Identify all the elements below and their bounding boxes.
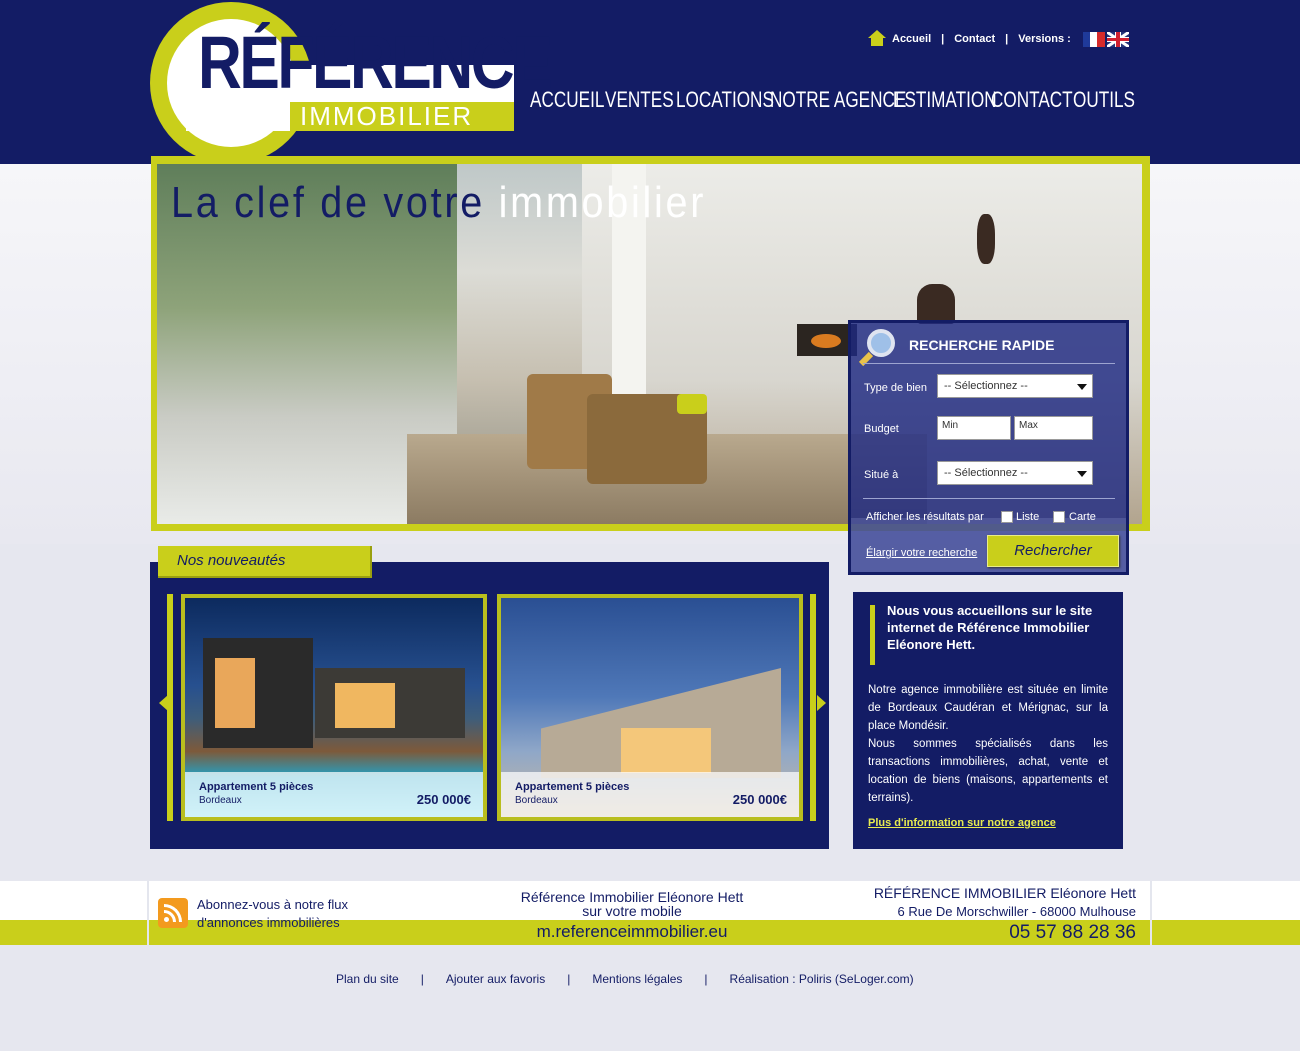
news-tab: Nos nouveautés — [158, 546, 372, 578]
nav-outils[interactable]: OUTILS — [1073, 86, 1135, 114]
quick-search-panel: RECHERCHE RAPIDE Type de bien -- Sélecti… — [848, 320, 1129, 575]
link-mentions-legales[interactable]: Mentions légales — [592, 972, 682, 986]
separator: | — [567, 972, 571, 986]
flag-fr-icon[interactable] — [1082, 31, 1105, 47]
footer-links: Plan du site | Ajouter aux favoris | Men… — [336, 972, 914, 986]
link-ajouter-favoris[interactable]: Ajouter aux favoris — [446, 972, 545, 986]
listing-city: Bordeaux — [515, 795, 558, 806]
versions-label: Versions : — [1018, 33, 1071, 45]
chevron-down-icon — [1077, 384, 1087, 390]
hero-slogan: La clef de votre immobilier — [171, 178, 707, 227]
site-logo[interactable]: RÉFÉRENCE IMMOBILIER — [150, 2, 553, 164]
logo-word-immobilier: IMMOBILIER — [300, 101, 474, 131]
rss-subscribe-link[interactable]: Abonnez-vous à notre flux d'annonces imm… — [197, 896, 397, 932]
divider — [1150, 881, 1152, 945]
link-plan-du-site[interactable]: Plan du site — [336, 972, 399, 986]
listing-caption: Appartement 5 pièces Bordeaux 250 000€ — [501, 772, 799, 817]
separator: | — [420, 972, 424, 986]
listing-title: Appartement 5 pièces — [199, 781, 314, 793]
house-icon[interactable] — [868, 30, 886, 48]
listing-caption: Appartement 5 pièces Bordeaux 250 000€ — [185, 772, 483, 817]
listing-price: 250 000€ — [416, 792, 471, 807]
widen-search-link[interactable]: Élargir votre recherche — [866, 547, 977, 559]
welcome-text: Notre agence immobilière est située en l… — [868, 681, 1108, 807]
listing-card[interactable]: Appartement 5 pièces Bordeaux 250 000€ — [497, 594, 803, 821]
budget-min-input[interactable]: Min — [937, 416, 1011, 440]
nav-notre-agence[interactable]: NOTRE AGENCE — [770, 86, 906, 114]
welcome-paragraph: Notre agence immobilière est située en l… — [868, 684, 1108, 732]
type-label: Type de bien — [864, 382, 927, 394]
flag-uk-icon[interactable] — [1106, 31, 1129, 47]
display-label: Afficher les résultats par — [866, 511, 984, 523]
budget-label: Budget — [864, 423, 899, 435]
list-checkbox[interactable] — [1001, 511, 1013, 523]
toplink-accueil[interactable]: Accueil — [892, 33, 931, 45]
carousel-rail-right — [810, 594, 816, 821]
divider — [863, 498, 1115, 499]
agency-phone: 05 57 88 28 36 — [1009, 922, 1136, 943]
top-links: Accueil | Contact | Versions : — [868, 28, 1129, 50]
listing-price: 250 000€ — [732, 792, 787, 807]
logo-word-reference: RÉFÉRENCE — [198, 21, 553, 104]
agency-contact: RÉFÉRENCE IMMOBILIER Eléonore Hett 6 Rue… — [816, 884, 1136, 944]
map-checkbox[interactable] — [1053, 511, 1065, 523]
list-option-label: Liste — [1016, 511, 1040, 523]
chevron-down-icon — [1077, 471, 1087, 477]
nav-accueil[interactable]: ACCUEIL — [530, 86, 604, 114]
map-option-label: Carte — [1069, 511, 1096, 523]
budget-max-input[interactable]: Max — [1014, 416, 1093, 440]
listing-title: Appartement 5 pièces — [515, 781, 630, 793]
accent-bar — [870, 605, 875, 665]
agency-name: RÉFÉRENCE IMMOBILIER Eléonore Hett — [873, 885, 1136, 901]
search-title: RECHERCHE RAPIDE — [909, 337, 1055, 353]
arrow-right-icon[interactable] — [817, 695, 826, 711]
separator: | — [704, 972, 708, 986]
divider — [863, 363, 1115, 364]
main-nav: ACCUEIL VENTES LOCATIONS NOTRE AGENCE ES… — [530, 86, 1135, 114]
separator: | — [1005, 33, 1009, 45]
nav-ventes[interactable]: VENTES — [605, 86, 674, 114]
search-button[interactable]: Rechercher — [987, 535, 1119, 567]
rss-icon[interactable] — [158, 898, 188, 928]
welcome-paragraph: Nous sommes spécialisés dans les transac… — [868, 738, 1108, 804]
nav-contact[interactable]: CONTACT — [991, 86, 1073, 114]
welcome-heading: Nous vous accueillons sur le site intern… — [887, 603, 1093, 652]
link-realisation[interactable]: Réalisation : Poliris (SeLoger.com) — [730, 972, 914, 986]
toplink-contact[interactable]: Contact — [954, 33, 995, 45]
listing-city: Bordeaux — [199, 795, 242, 806]
welcome-panel: Nous vous accueillons sur le site intern… — [853, 592, 1123, 849]
mobile-url-link[interactable]: m.referenceimmobilier.eu — [480, 920, 784, 944]
agency-address: 6 Rue De Morschwiller - 68000 Mulhouse — [897, 904, 1136, 919]
location-label: Situé à — [864, 469, 899, 481]
listing-card[interactable]: Appartement 5 pièces Bordeaux 250 000€ — [181, 594, 487, 821]
type-select[interactable]: -- Sélectionnez -- — [937, 374, 1093, 398]
mobile-site-block: Référence Immobilier Eléonore Hett sur v… — [480, 889, 784, 944]
location-select[interactable]: -- Sélectionnez -- — [937, 461, 1093, 485]
divider — [147, 881, 149, 945]
nav-estimation[interactable]: ESTIMATION — [893, 86, 997, 114]
agency-info-link[interactable]: Plus d'information sur notre agence — [868, 817, 1056, 829]
arrow-left-icon[interactable] — [159, 695, 168, 711]
mobile-caption: sur votre mobile — [582, 903, 682, 919]
nav-locations[interactable]: LOCATIONS — [676, 86, 774, 114]
separator: | — [941, 33, 945, 45]
